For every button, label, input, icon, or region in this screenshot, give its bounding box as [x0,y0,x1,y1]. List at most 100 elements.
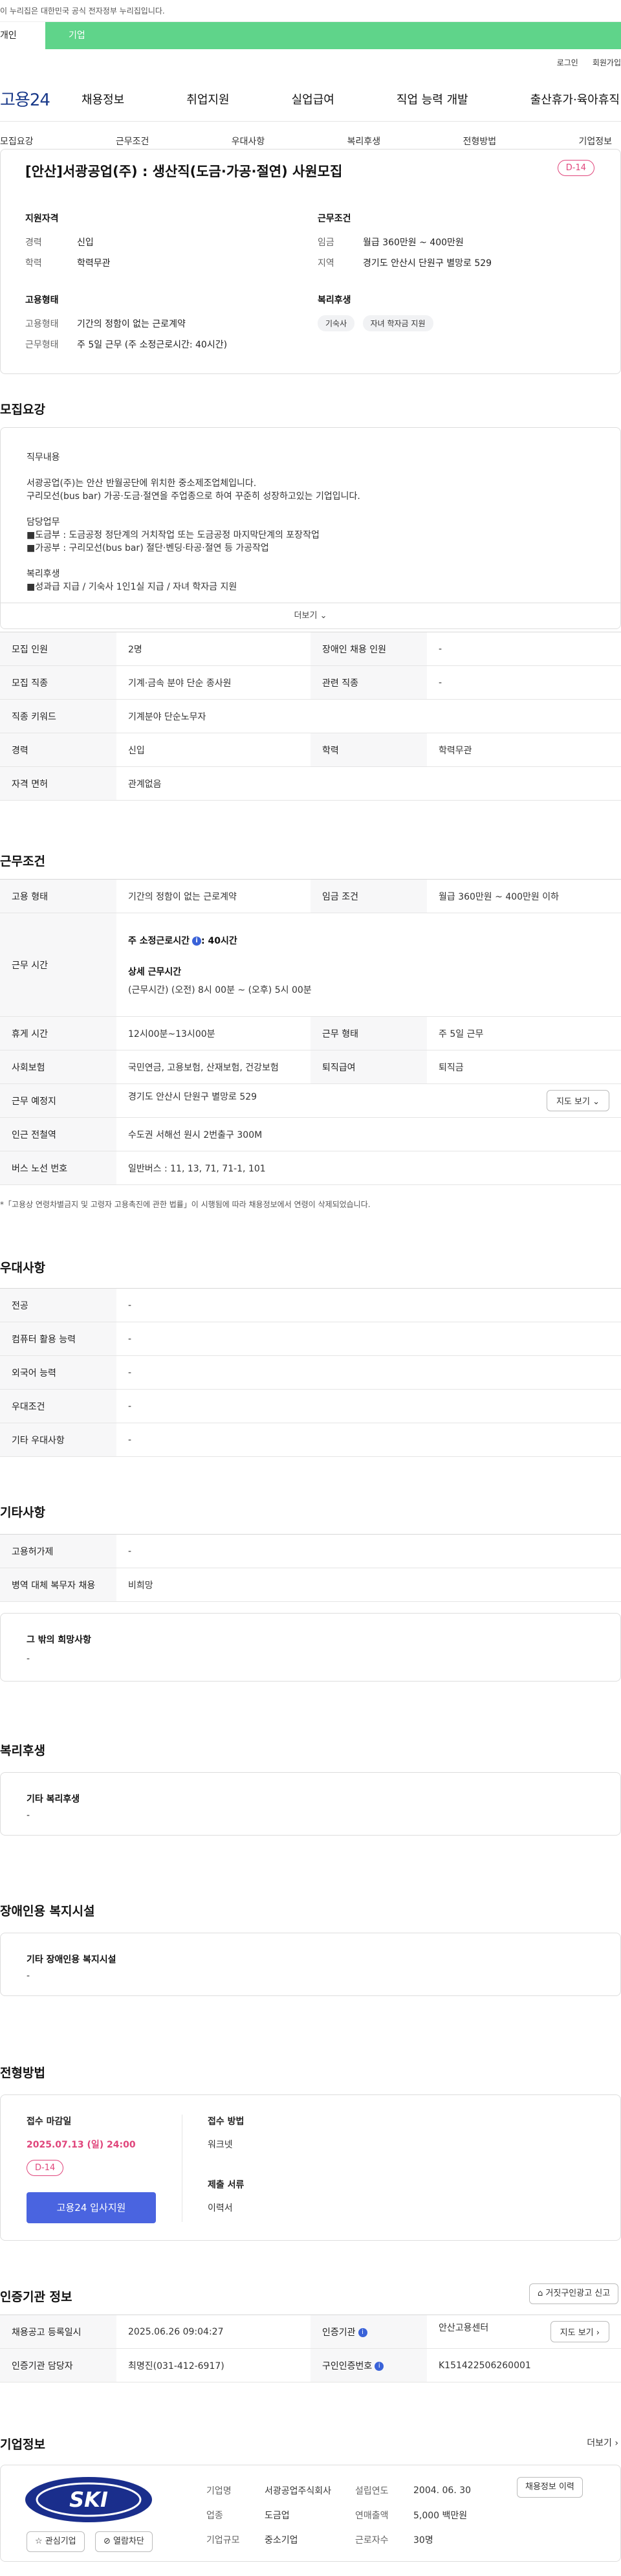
employment-block: 고용형태 고용형태 기간의 정함이 없는 근로계약 근무형태 주 5일 근무 (주 … [25,293,227,351]
tab-personal[interactable]: 개인 [0,22,45,49]
table-row: 병역 대체 복무자 채용 비희망 [0,1568,621,1602]
block-button[interactable]: ⊘ 열람차단 [95,2531,153,2552]
report-label: 거짓구인광고 신고 [545,2289,611,2298]
table-row: 경력 신입 학력 학력무관 [0,733,621,767]
more-label: 더보기 [294,611,318,621]
snb-conditions[interactable]: 근무조건 [116,135,149,148]
gnb-jobs[interactable]: 채용정보 [82,91,124,107]
table-row: 컴퓨터 활용 능력 - [0,1322,621,1356]
tab-company[interactable]: 기업 [45,22,621,49]
welfare-heading: 복리후생 [0,1744,45,1758]
place-value: 경기도 안산시 단원구 별망로 529 [128,1092,257,1102]
emp-label: 고용형태 [25,319,59,329]
gnb-leave[interactable]: 출산휴가·육아휴직 [530,91,620,107]
logo-text: SKI [69,2487,108,2512]
table-row: 전공 - [0,1288,621,1322]
cell-value: K151422506260001 [427,2348,621,2382]
welfare-chip: 자녀 학자금 지원 [362,315,433,331]
dday-badge: D-14 [27,2160,64,2176]
disabled-box-title: 기타 장애인용 복지시설 [27,1955,116,1965]
description-line: ■가공부 : 구리모선(bus bar) 절단·벤딩·타공·절연 등 가공작업 [27,543,269,553]
disabled-heading: 장애인용 복지시설 [0,1904,95,1918]
snb-company[interactable]: 기업정보 [578,135,612,148]
snb-recruit[interactable]: 모집요강 [0,135,34,148]
place-cell: 경기도 안산시 단원구 별망로 529 지도 보기 ⌄ [116,1083,621,1118]
info-icon[interactable]: i [375,2361,384,2371]
top-tabs: 개인 기업 [0,22,621,49]
gnb-training[interactable]: 직업 능력 개발 [397,91,468,107]
more-button[interactable]: 더보기 ⌄ [1,603,620,628]
cell-label: 인증기관 담당자 [0,2348,116,2382]
snb-process[interactable]: 전형방법 [463,135,497,148]
method-value: 워크넷 [208,2140,233,2150]
company-more-link[interactable]: 더보기 › [587,2436,618,2449]
cell-label: 기타 우대사항 [0,1423,116,1457]
cell-value: - [427,632,621,666]
info-label: 기업명 [206,2486,232,2496]
gov-banner: 이 누리집은 대한민국 공식 전자정부 누리집입니다. [0,0,621,22]
cell-value: 기계·금속 분야 단순 종사원 [116,665,310,700]
description-line: 복리후생 [27,569,60,579]
table-row: 사회보험 국민연금, 고용보험, 산재보험, 건강보험 퇴직급여 퇴직금 [0,1050,621,1084]
method-label: 접수 방법 [208,2116,245,2127]
cell-label: 직종 키워드 [0,699,116,733]
cell-label: 관련 직종 [310,665,427,700]
snb-welfare[interactable]: 복리후생 [347,135,381,148]
conditions-table: 고용 형태 기간의 정함이 없는 근로계약 임금 조건 월급 360만원 ~ 400만… [0,879,621,1185]
job-title: [안산]서광공업(주) : 생산직(도금·가공·절연) 사원모집 [25,164,343,179]
cell-value: 기계분야 단순노무자 [116,699,621,733]
history-button[interactable]: 채용정보 이력 [517,2477,583,2498]
favorite-label: 관심기업 [45,2537,76,2546]
info-value: 서광공업주식회사 [265,2486,332,2496]
cell-label: 구인인증번호 i [310,2348,427,2382]
info-value: 2004. 06. 30 [413,2485,472,2496]
map-button[interactable]: 지도 보기 › [550,2321,609,2342]
info-value: 30명 [413,2535,433,2546]
disabled-box: 기타 장애인용 복지시설 - [0,1933,621,1996]
report-icon: ⌂ [538,2289,543,2298]
agency-value: 안산고용센터 [439,2323,489,2333]
cell-value: - [116,1288,621,1322]
agency-cell: 안산고용센터 지도 보기 › [427,2315,621,2349]
cell-label: 채용공고 등록일시 [0,2315,116,2349]
cell-label: 모집 인원 [0,632,116,666]
snb-preference[interactable]: 우대사항 [232,135,265,148]
login-link[interactable]: 로그인 [557,57,578,68]
cell-value: 12시00분~13시00분 [116,1016,310,1050]
cell-label: 모집 직종 [0,665,116,700]
cell-value: - [116,1423,621,1457]
apply-button[interactable]: 고용24 입사지원 [27,2192,156,2223]
gnb-unemployment[interactable]: 실업급여 [292,91,334,107]
description-line: 서광공업(주)는 안산 반월공단에 위치한 중소제조업체입니다. [27,478,257,489]
cell-value: - [427,665,621,700]
info-value: 도금업 [265,2511,290,2521]
report-button[interactable]: ⌂ 거짓구인광고 신고 [529,2283,619,2304]
etc-box-title: 그 밖의 희망사항 [27,1635,91,1645]
site-logo[interactable]: 고용24 [0,87,72,111]
cond-label: 임금 [318,238,334,248]
qualification-block: 지원자격 경력 신입 학력 학력무관 [25,212,111,270]
cell-label: 근무 형태 [310,1016,427,1050]
map-button[interactable]: 지도 보기 ⌄ [546,1090,609,1111]
cell-value: 2025.06.26 09:04:27 [116,2315,310,2349]
etc-heading: 기타사항 [0,1505,45,1520]
block-icon: ⊘ [104,2537,111,2546]
info-icon[interactable]: i [358,2327,367,2337]
preference-heading: 우대사항 [0,1261,45,1275]
info-label: 기업규모 [206,2535,240,2546]
dday-badge: D-14 [557,160,594,176]
table-row: 근무 예정지 경기도 안산시 단원구 별망로 529 지도 보기 ⌄ [0,1083,621,1118]
description-line: 담당업무 [27,517,60,527]
signup-link[interactable]: 회원가입 [593,57,621,68]
info-icon[interactable]: i [192,936,202,946]
cell-value: 비희망 [116,1568,621,1602]
favorite-button[interactable]: ☆ 관심기업 [27,2531,85,2552]
recruit-heading: 모집요강 [0,403,45,417]
cell-value: 퇴직금 [427,1050,621,1084]
qualification-title: 지원자격 [25,214,59,224]
cell-value: 기간의 정함이 없는 근로계약 [116,879,310,913]
process-heading: 전형방법 [0,2066,45,2080]
company-logo: SKI [25,2477,152,2522]
gnb-support[interactable]: 취업지원 [186,91,229,107]
table-row: 모집 인원 2명 장애인 채용 인원 - [0,632,621,666]
